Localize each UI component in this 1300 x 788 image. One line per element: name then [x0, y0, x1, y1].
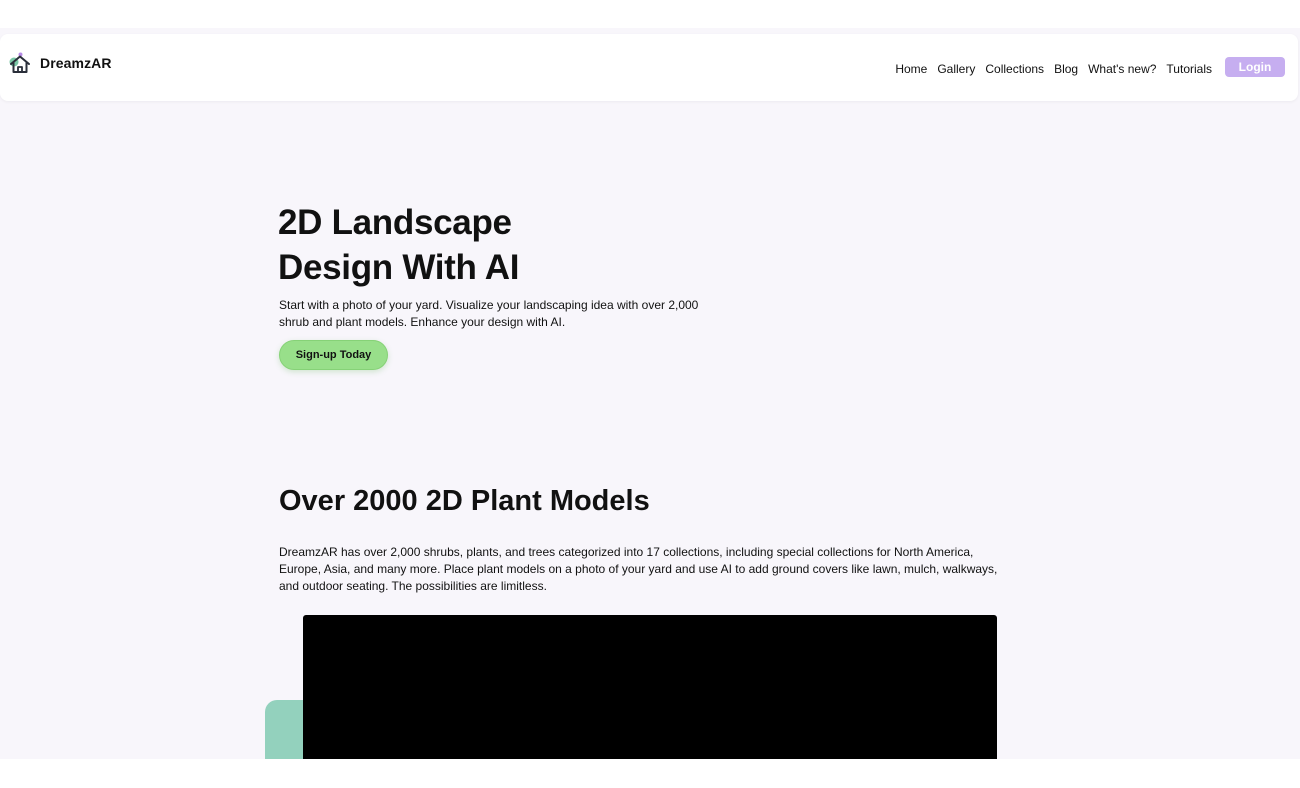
hero-description: Start with a photo of your yard. Visuali… [279, 298, 699, 329]
hero-title-line-2: Design With AI [278, 248, 520, 287]
plant-models-description: DreamzAR has over 2,000 shrubs, plants, … [279, 545, 998, 593]
nav-link-tutorials[interactable]: Tutorials [1166, 62, 1212, 76]
plant-models-heading: Over 2000 2D Plant Models [279, 485, 650, 517]
nav-link-collections[interactable]: Collections [985, 62, 1044, 76]
nav-link-home[interactable]: Home [895, 62, 927, 76]
brand-link[interactable]: DreamzAR [8, 52, 112, 74]
hero-title: 2D Landscape Design With AI [278, 200, 519, 290]
hero-title-line-1: 2D Landscape [278, 203, 512, 242]
nav-link-whats-new[interactable]: What's new? [1088, 62, 1156, 76]
brand-name: DreamzAR [40, 55, 112, 71]
login-button[interactable]: Login [1225, 57, 1285, 77]
demo-video-player[interactable] [303, 615, 997, 759]
nav-link-gallery[interactable]: Gallery [937, 62, 975, 76]
nav-link-blog[interactable]: Blog [1054, 62, 1078, 76]
top-navbar: DreamzAR Home Gallery Collections Blog W… [0, 34, 1298, 101]
house-logo-icon [9, 52, 30, 73]
main-nav: Home Gallery Collections Blog What's new… [895, 62, 1212, 76]
page-viewport: DreamzAR Home Gallery Collections Blog W… [0, 28, 1300, 759]
signup-button[interactable]: Sign-up Today [279, 340, 388, 370]
